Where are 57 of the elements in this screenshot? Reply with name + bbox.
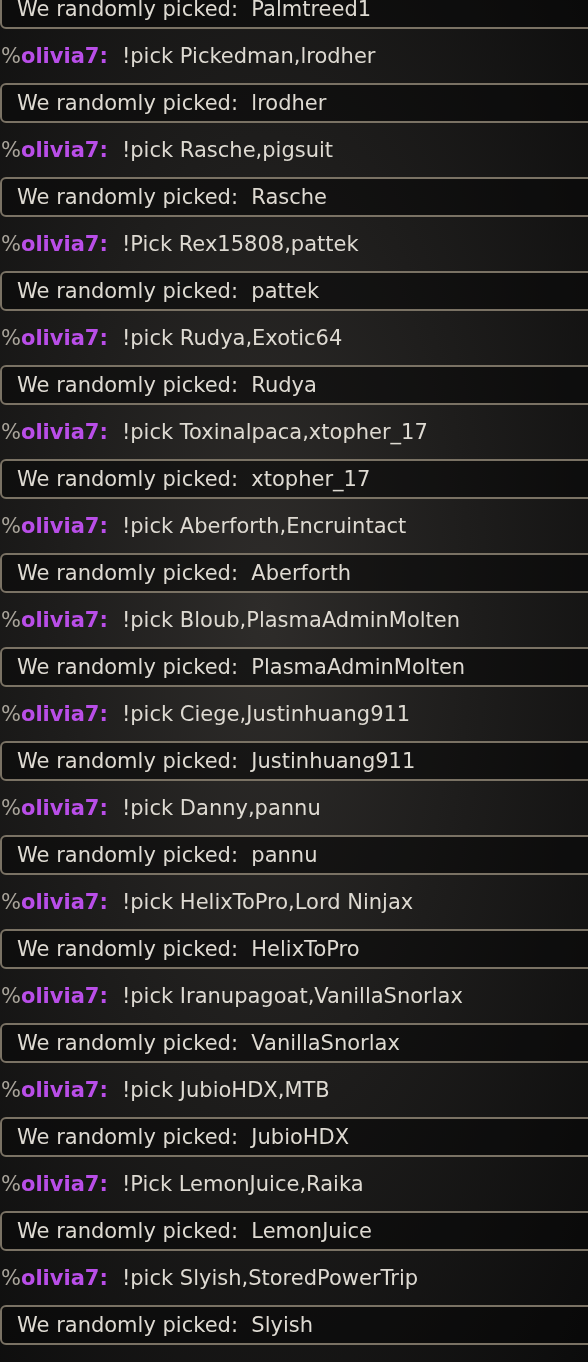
username[interactable]: olivia7: [20,890,108,914]
user-rank: % [1,420,21,444]
chat-message: !Pick Rex15808,pattek [121,232,359,256]
user-rank: % [1,44,21,68]
user-rank: % [1,702,21,726]
username[interactable]: olivia7: [20,232,108,256]
chat-message: !pick Toxinalpaca,xtopher_17 [121,420,428,444]
user-rank: % [1,984,21,1008]
chat-message: !pick Bloub,PlasmaAdminMolten [121,608,461,632]
username[interactable]: olivia7: [20,44,108,68]
chat-message: !pick JubioHDX,MTB [121,1078,330,1102]
user-rank: % [1,232,21,256]
bot-reply-text: We randomly picked: Rudya [17,373,317,397]
bot-reply-text: We randomly picked: Aberforth [17,561,351,585]
username[interactable]: olivia7: [20,608,108,632]
user-rank: % [1,1172,21,1196]
bot-reply-text: We randomly picked: VanillaSnorlax [17,1031,400,1055]
user-rank: % [1,890,21,914]
user-rank: % [1,1078,21,1102]
username[interactable]: olivia7: [20,1078,108,1102]
bot-reply-text: We randomly picked: pannu [17,843,318,867]
user-rank: % [1,138,21,162]
chat-message: !pick Pickedman,lrodher [121,44,376,68]
chat-message: !pick Iranupagoat,VanillaSnorlax [121,984,463,1008]
chat-message: !pick Rudya,Exotic64 [121,326,343,350]
user-rank: % [1,326,21,350]
bot-reply-text: We randomly picked: PlasmaAdminMolten [17,655,466,679]
username[interactable]: olivia7: [20,702,108,726]
username[interactable]: olivia7: [20,984,108,1008]
chat-message: !pick Ciege,Justinhuang911 [121,702,411,726]
username[interactable]: olivia7: [20,420,108,444]
chat-message: !pick Danny,pannu [121,796,321,820]
chat-message: !pick HelixToPro,Lord Ninjax [121,890,414,914]
bot-reply-text: We randomly picked: xtopher_17 [17,467,371,491]
bot-reply-text: We randomly picked: Justinhuang911 [17,749,416,773]
bot-reply-text: We randomly picked: Slyish [17,1313,313,1337]
username[interactable]: olivia7: [20,1172,108,1196]
username[interactable]: olivia7: [20,326,108,350]
user-rank: % [1,608,21,632]
chat-message: !pick Rasche,pigsuit [121,138,334,162]
bot-reply-text: We randomly picked: HelixToPro [17,937,360,961]
bot-reply-text: We randomly picked: LemonJuice [17,1219,372,1243]
username[interactable]: olivia7: [20,138,108,162]
bot-reply-text: We randomly picked: Palmtreed1 [17,0,372,21]
user-rank: % [1,796,21,820]
chat-message: !pick Aberforth,Encruintact [121,514,407,538]
username[interactable]: olivia7: [20,514,108,538]
chat-message: !pick Slyish,StoredPowerTrip [121,1266,419,1290]
bot-reply-text: We randomly picked: pattek [17,279,320,303]
bot-reply-text: We randomly picked: lrodher [17,91,327,115]
user-rank: % [1,514,21,538]
chat-message: !Pick LemonJuice,Raika [121,1172,364,1196]
user-rank: % [1,1266,21,1290]
username[interactable]: olivia7: [20,796,108,820]
username[interactable]: olivia7: [20,1266,108,1290]
bot-reply-text: We randomly picked: Rasche [17,185,328,209]
bot-reply-text: We randomly picked: JubioHDX [17,1125,350,1149]
